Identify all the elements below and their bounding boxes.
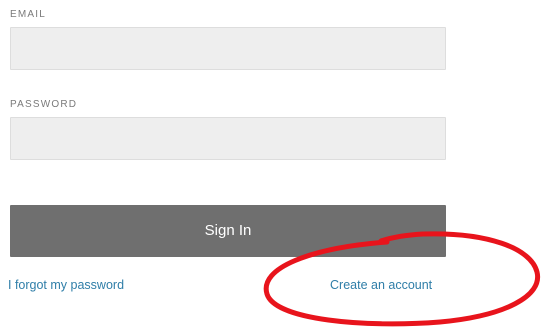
email-field[interactable] (10, 27, 446, 70)
email-label: EMAIL (10, 9, 47, 20)
password-field[interactable] (10, 117, 446, 160)
password-label: PASSWORD (10, 99, 78, 110)
forgot-password-link[interactable]: I forgot my password (8, 277, 124, 293)
create-account-link[interactable]: Create an account (330, 277, 432, 293)
sign-in-button[interactable]: Sign In (10, 205, 446, 257)
